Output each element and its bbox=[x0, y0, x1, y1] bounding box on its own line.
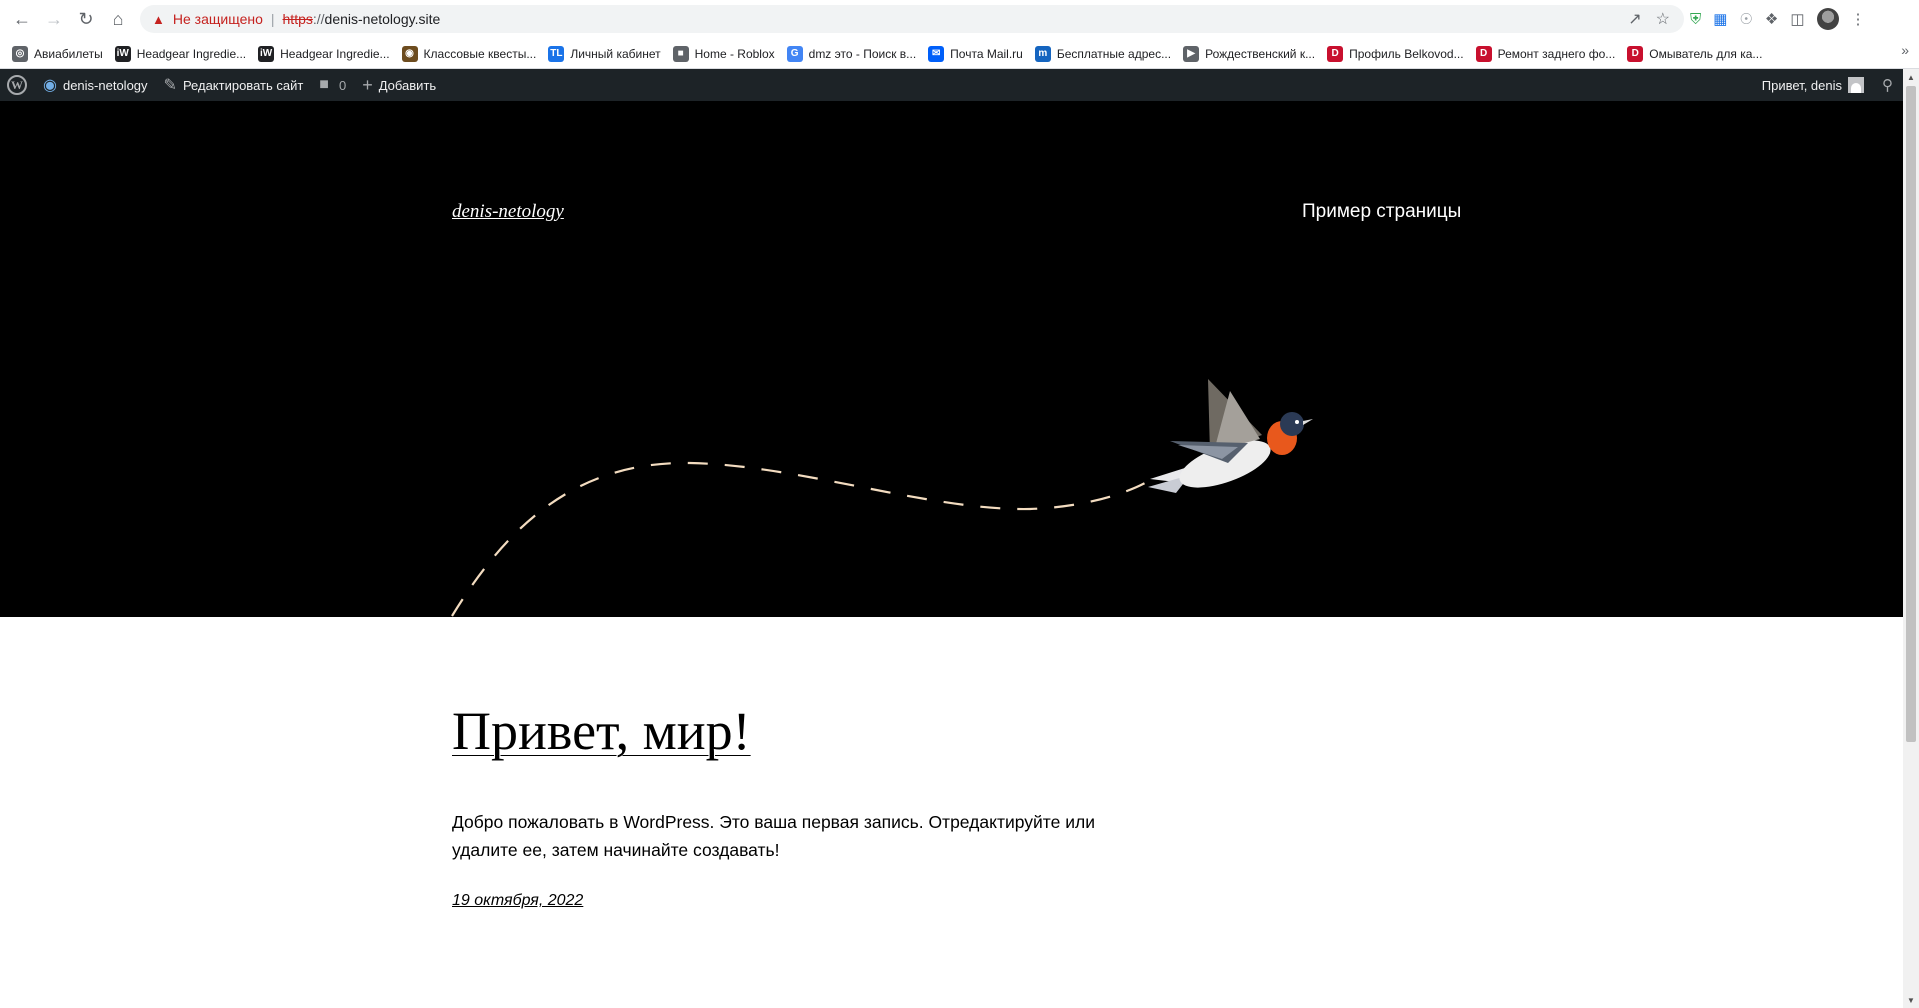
bookmark-item[interactable]: D Ремонт заднего фо... bbox=[1470, 42, 1622, 66]
hero-illustration bbox=[451, 379, 1313, 617]
back-icon[interactable]: ← bbox=[8, 5, 36, 33]
edit-site-label: Редактировать сайт bbox=[182, 77, 304, 93]
mail-icon: ✉ bbox=[928, 45, 945, 62]
page-scrollbar[interactable]: ▲ ▼ bbox=[1903, 69, 1919, 1008]
d-icon: D bbox=[1327, 45, 1344, 62]
nav-sample-page-link[interactable]: Пример страницы bbox=[1302, 201, 1461, 223]
bookmark-item[interactable]: iW Headgear Ingredie... bbox=[252, 42, 395, 66]
wp-logo-menu[interactable]: W bbox=[0, 69, 35, 101]
bookmark-item[interactable]: ◎ Авиабилеты bbox=[6, 42, 109, 66]
wp-admin-bar: W ◉ denis-netology ✎ Редактировать сайт … bbox=[0, 69, 1903, 101]
edit-site-link[interactable]: ✎ Редактировать сайт bbox=[156, 69, 312, 101]
forward-icon[interactable]: → bbox=[40, 5, 68, 33]
bookmark-label: dmz это - Поиск в... bbox=[808, 46, 917, 61]
globe-icon: ◎ bbox=[12, 45, 28, 62]
brush-icon: ✎ bbox=[163, 77, 177, 94]
bookmark-label: Почта Mail.ru bbox=[950, 46, 1023, 61]
d-icon: D bbox=[1475, 45, 1492, 62]
reload-icon[interactable]: ↻ bbox=[72, 5, 100, 33]
scroll-up-arrow-icon[interactable]: ▲ bbox=[1903, 69, 1919, 85]
user-avatar bbox=[1848, 77, 1864, 93]
scroll-down-arrow-icon[interactable]: ▼ bbox=[1903, 992, 1919, 1008]
bookmark-item[interactable]: iW Headgear Ingredie... bbox=[109, 42, 252, 66]
puzzle-icon[interactable]: ❖ bbox=[1765, 10, 1778, 28]
bookmark-item[interactable]: D Профиль Belkovod... bbox=[1321, 42, 1470, 66]
comments-link[interactable]: ■ 0 bbox=[311, 69, 354, 101]
vpn-extension-icon[interactable]: ☉ bbox=[1739, 10, 1752, 28]
site-title-link[interactable]: denis-netology bbox=[452, 201, 564, 223]
bookmark-label: Headgear Ingredie... bbox=[280, 46, 390, 61]
bookmark-item[interactable]: Gdmz это - Поиск в... bbox=[781, 42, 923, 66]
browser-chrome: ← → ↻ ⌂ ▲ Не защищено | https://denis-ne… bbox=[0, 0, 1919, 69]
bookmark-item[interactable]: ✉ Почта Mail.ru bbox=[922, 42, 1029, 66]
comment-icon: ■ bbox=[319, 76, 329, 93]
search-icon: ⚲ bbox=[1882, 77, 1893, 94]
add-new-label: Добавить bbox=[378, 77, 437, 93]
browser-toolbar: ← → ↻ ⌂ ▲ Не защищено | https://denis-ne… bbox=[0, 0, 1919, 38]
bookmark-item[interactable]: ▶ Рождественский к... bbox=[1177, 42, 1321, 66]
bookmarks-overflow-icon[interactable]: » bbox=[1901, 42, 1909, 58]
bookmark-label: Личный кабинет bbox=[570, 46, 661, 61]
add-new-menu[interactable]: + Добавить bbox=[354, 69, 444, 101]
iw-icon: iW bbox=[258, 45, 275, 62]
bookmark-label: Классовые квесты... bbox=[423, 46, 537, 61]
profile-avatar[interactable] bbox=[1816, 8, 1839, 30]
menu-kebab-icon[interactable]: ⋮ bbox=[1851, 10, 1866, 28]
bookmark-item[interactable]: ◉ Классовые квесты... bbox=[396, 42, 543, 66]
tl-icon: TL bbox=[548, 45, 565, 62]
scroll-thumb[interactable] bbox=[1906, 86, 1916, 742]
home-icon[interactable]: ⌂ bbox=[104, 5, 132, 33]
bookmark-label: Омыватель для ка... bbox=[1649, 46, 1763, 61]
bookmark-item[interactable]: m Бесплатные адрес... bbox=[1029, 42, 1177, 66]
post-title-link[interactable]: Привет, мир! bbox=[452, 700, 751, 762]
bookmark-label: Ремонт заднего фо... bbox=[1497, 46, 1616, 61]
site-name-menu[interactable]: ◉ denis-netology bbox=[35, 69, 156, 101]
bookmark-label: Профиль Belkovod... bbox=[1349, 46, 1464, 61]
greeting-label: Привет, denis bbox=[1761, 77, 1842, 93]
url-scheme: https bbox=[282, 11, 313, 27]
bookmark-label: Headgear Ingredie... bbox=[136, 46, 247, 61]
translate-extension-icon[interactable]: ▦ bbox=[1713, 10, 1727, 28]
url-host: denis-netology.site bbox=[324, 11, 441, 27]
bird-icon bbox=[1148, 379, 1313, 493]
m-icon: m bbox=[1034, 45, 1051, 62]
my-account-menu[interactable]: Привет, denis bbox=[1754, 69, 1872, 101]
d-icon: D bbox=[1627, 45, 1644, 62]
roblox-icon: ■ bbox=[672, 45, 689, 62]
comments-count: 0 bbox=[338, 77, 347, 93]
bookmarks-bar: ◎ Авиабилеты iW Headgear Ingredie... iW Headg… bbox=[0, 38, 1919, 69]
bookmark-label: Home - Roblox bbox=[694, 46, 775, 61]
bookmark-star-icon[interactable]: ☆ bbox=[1656, 9, 1670, 29]
bookmark-label: Бесплатные адрес... bbox=[1056, 46, 1172, 61]
shield-extension-icon[interactable]: ⛨ bbox=[1690, 11, 1701, 28]
post-date-link[interactable]: 19 октября, 2022 bbox=[452, 892, 583, 910]
hero-header: denis-netology Пример страницы bbox=[0, 101, 1903, 617]
bookmark-item[interactable]: ■ Home - Roblox bbox=[667, 42, 781, 66]
admin-search-button[interactable]: ⚲ bbox=[1872, 69, 1903, 101]
share-icon[interactable]: ↗ bbox=[1628, 9, 1641, 29]
bookmark-item[interactable]: TL Личный кабинет bbox=[542, 42, 666, 66]
url-text[interactable]: https://denis-netology.site bbox=[283, 11, 441, 27]
site-name-label: denis-netology bbox=[62, 77, 148, 93]
extensions-area: ⛨ ▦ ☉ ❖ ◫ ⋮ bbox=[1690, 6, 1866, 32]
post-excerpt: Добро пожаловать в WordPress. Это ваша п… bbox=[452, 812, 1095, 860]
iw-icon: iW bbox=[114, 45, 131, 62]
warning-icon[interactable]: ▲ bbox=[152, 12, 165, 27]
bookmark-item[interactable]: D Омыватель для ка... bbox=[1621, 42, 1768, 66]
google-icon: G bbox=[786, 45, 803, 62]
security-status[interactable]: Не защищено bbox=[173, 11, 263, 27]
plus-icon: + bbox=[362, 74, 373, 95]
side-panel-icon[interactable]: ◫ bbox=[1790, 10, 1804, 28]
bookmark-label: Авиабилеты bbox=[34, 46, 103, 61]
omnibox-divider: | bbox=[270, 11, 275, 27]
wordpress-icon: W bbox=[7, 75, 27, 95]
playstation-icon: ▶ bbox=[1183, 45, 1200, 62]
address-bar[interactable]: ▲ Не защищено | https://denis-netology.s… bbox=[140, 5, 1684, 33]
dashed-flight-path bbox=[451, 461, 1146, 617]
bookmark-label: Рождественский к... bbox=[1205, 46, 1316, 61]
url-separator: :// bbox=[312, 11, 325, 27]
quest-icon: ◉ bbox=[401, 45, 418, 62]
dashboard-icon: ◉ bbox=[43, 77, 57, 94]
